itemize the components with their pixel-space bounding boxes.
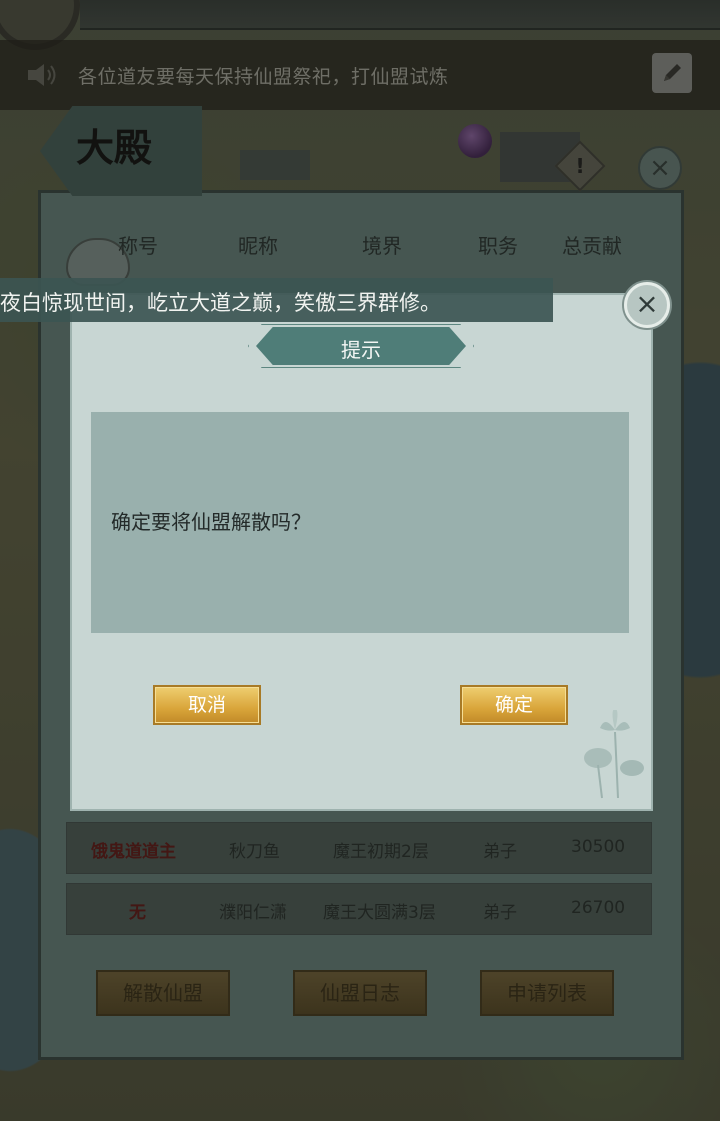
confirm-button[interactable]: 确定 [460, 685, 568, 725]
dialog-message: 确定要将仙盟解散吗？ [111, 510, 311, 534]
dialog-header: 提示 [248, 324, 474, 368]
dialog-body: 确定要将仙盟解散吗？ [91, 412, 629, 633]
scroll-message-text: 夜白惊现世间，屹立大道之巅，笑傲三界群修。 [0, 291, 441, 315]
lotus-icon [584, 710, 644, 799]
cancel-button[interactable]: 取消 [153, 685, 261, 725]
dialog-close-button[interactable]: × [624, 282, 670, 328]
close-icon: × [635, 287, 659, 320]
dialog-title: 提示 [341, 338, 381, 362]
scroll-message-bar: 夜白惊现世间，屹立大道之巅，笑傲三界群修。 [0, 278, 553, 322]
